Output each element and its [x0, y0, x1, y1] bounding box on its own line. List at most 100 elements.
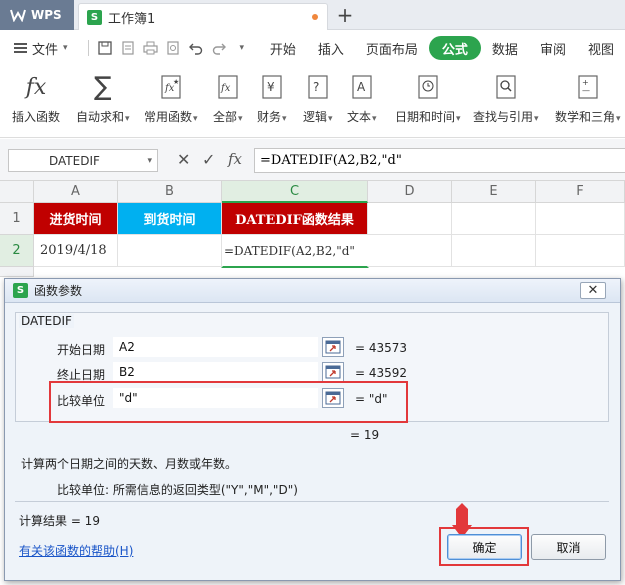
arg-input-end-date[interactable]: B2 — [113, 362, 318, 382]
document-tab-label: 工作簿1 — [108, 11, 156, 27]
file-menu[interactable]: 文件 ▾ — [0, 39, 84, 58]
fx-book-icon: fx — [214, 72, 242, 102]
currency-book-icon: ¥ — [258, 72, 286, 102]
cell-f2[interactable] — [536, 235, 625, 267]
collapse-dialog-icon[interactable] — [322, 337, 344, 357]
file-menu-label: 文件 — [32, 42, 59, 58]
name-box[interactable]: DATEDIF ▾ — [8, 149, 158, 172]
spreadsheet-icon: S — [87, 9, 102, 25]
hamburger-icon — [14, 43, 27, 53]
cancel-edit-icon[interactable]: ✕ — [177, 150, 190, 169]
menu-review[interactable]: 审阅 — [529, 36, 577, 60]
question-book-icon: ? — [304, 72, 332, 102]
document-tab[interactable]: S 工作簿1 — [78, 3, 328, 30]
calculation-result: 计算结果 = 19 — [19, 514, 100, 528]
column-header-c[interactable]: C — [222, 181, 368, 203]
highlight-box-unit — [49, 381, 408, 423]
arg-result-end-date: = 43592 — [355, 366, 408, 380]
cell-a2[interactable]: 2019/4/18 — [34, 235, 118, 267]
header-cell-arrival-time[interactable]: 到货时间 — [118, 203, 222, 235]
search-book-icon — [492, 72, 520, 102]
unsaved-dot-icon — [312, 14, 318, 20]
export-pdf-icon[interactable] — [116, 37, 139, 59]
svg-text:fx: fx — [220, 83, 231, 94]
autosum-button[interactable]: ∑ 自动求和▾ — [76, 72, 130, 125]
collapse-dialog-icon[interactable] — [322, 362, 344, 382]
menu-insert[interactable]: 插入 — [307, 36, 355, 60]
cell-d1[interactable] — [368, 203, 452, 235]
svg-text:—: — — [582, 86, 590, 95]
menu-home[interactable]: 开始 — [259, 36, 307, 60]
cell-c2-editing[interactable]: =DATEDIF(A2,B2,"d" — [221, 234, 369, 268]
undo-icon[interactable] — [185, 37, 208, 59]
title-bar: WPS S 工作簿1 + — [0, 0, 625, 30]
select-all-corner[interactable] — [0, 181, 34, 203]
wps-tab-label: WPS — [31, 8, 62, 22]
close-icon[interactable]: ✕ — [580, 282, 606, 299]
sigma-icon: ∑ — [94, 72, 112, 102]
cell-d2[interactable] — [368, 235, 452, 267]
column-header-a[interactable]: A — [34, 181, 118, 203]
wps-home-tab[interactable]: WPS — [0, 0, 74, 30]
fx-icon: fx — [25, 74, 47, 100]
date-time-button[interactable]: 日期和时间▾ — [395, 72, 461, 125]
name-box-value: DATEDIF — [49, 153, 100, 168]
column-header-e[interactable]: E — [452, 181, 536, 203]
row-header-1[interactable]: 1 — [0, 203, 34, 235]
column-header-b[interactable]: B — [118, 181, 222, 203]
financial-button[interactable]: ¥ 财务▾ — [257, 72, 287, 125]
insert-function-button[interactable]: fx 插入函数 — [12, 72, 60, 125]
header-cell-purchase-time[interactable]: 进货时间 — [34, 203, 118, 235]
text-button[interactable]: A 文本▾ — [347, 72, 377, 125]
redo-icon[interactable] — [208, 37, 231, 59]
arg-result-start-date: = 43573 — [355, 341, 408, 355]
cell-e2[interactable] — [452, 235, 536, 267]
dialog-title-bar[interactable]: S 函数参数 ✕ — [5, 279, 620, 303]
menu-view[interactable]: 视图 — [577, 36, 625, 60]
logical-button[interactable]: ? 逻辑▾ — [303, 72, 333, 125]
menu-data[interactable]: 数据 — [481, 36, 529, 60]
svg-text:★: ★ — [173, 78, 179, 86]
print-preview-icon[interactable] — [162, 37, 185, 59]
chevron-down-icon: ▾ — [63, 43, 68, 53]
all-functions-button[interactable]: fx 全部▾ — [213, 72, 243, 125]
svg-text:A: A — [357, 80, 366, 94]
divider — [15, 501, 609, 502]
function-arguments-dialog: S 函数参数 ✕ DATEDIF 开始日期 A2 = 43573 终止日期 B2… — [4, 278, 621, 581]
save-icon[interactable] — [93, 37, 116, 59]
menu-formulas[interactable]: 公式 — [428, 36, 481, 60]
cancel-button[interactable]: 取消 — [531, 534, 606, 560]
lookup-reference-button[interactable]: 查找与引用▾ — [473, 72, 539, 125]
formula-input[interactable]: =DATEDIF(A2,B2,"d" — [254, 148, 625, 173]
cell-e1[interactable] — [452, 203, 536, 235]
menu-bar: 文件 ▾ ▾ 开始 插入 页面布局 公式 数据 审阅 视图 — [0, 31, 625, 65]
cell-b2[interactable] — [118, 235, 222, 267]
confirm-edit-icon[interactable]: ✓ — [202, 150, 215, 169]
help-link[interactable]: 有关该函数的帮助(H) — [19, 542, 133, 559]
star-fx-icon: fx ★ — [157, 72, 185, 102]
common-functions-button[interactable]: fx ★ 常用函数▾ — [144, 72, 198, 125]
menu-page-layout[interactable]: 页面布局 — [355, 36, 429, 60]
row-header-2[interactable]: 2 — [0, 235, 34, 267]
argument-description: 比较单位: 所需信息的返回类型("Y","M","D") — [57, 483, 298, 497]
column-header-d[interactable]: D — [368, 181, 452, 203]
header-cell-datedif-result[interactable]: DATEDIF函数结果 — [222, 203, 368, 235]
divider — [88, 40, 90, 56]
new-tab-button[interactable]: + — [334, 3, 356, 27]
text-book-icon: A — [348, 72, 376, 102]
clock-book-icon — [414, 72, 442, 102]
ribbon: fx 插入函数 ∑ 自动求和▾ fx ★ 常用函数▾ fx 全部▾ ¥ 财务▾ ?… — [0, 66, 625, 138]
svg-text:?: ? — [313, 80, 319, 94]
ok-button[interactable]: 确定 — [447, 534, 522, 560]
fx-icon[interactable]: fx — [228, 150, 242, 168]
formula-bar: DATEDIF ▾ ✕ ✓ fx =DATEDIF(A2,B2,"d" — [0, 139, 625, 181]
column-header-f[interactable]: F — [536, 181, 625, 203]
math-trig-button[interactable]: + — 数学和三角▾ — [555, 72, 621, 125]
print-icon[interactable] — [139, 37, 162, 59]
row-header-3[interactable] — [0, 267, 34, 277]
wps-logo-icon — [10, 9, 26, 22]
math-book-icon: + — — [574, 72, 602, 102]
arg-input-start-date[interactable]: A2 — [113, 337, 318, 357]
quick-access-chevron-icon[interactable]: ▾ — [230, 37, 253, 59]
cell-f1[interactable] — [536, 203, 625, 235]
